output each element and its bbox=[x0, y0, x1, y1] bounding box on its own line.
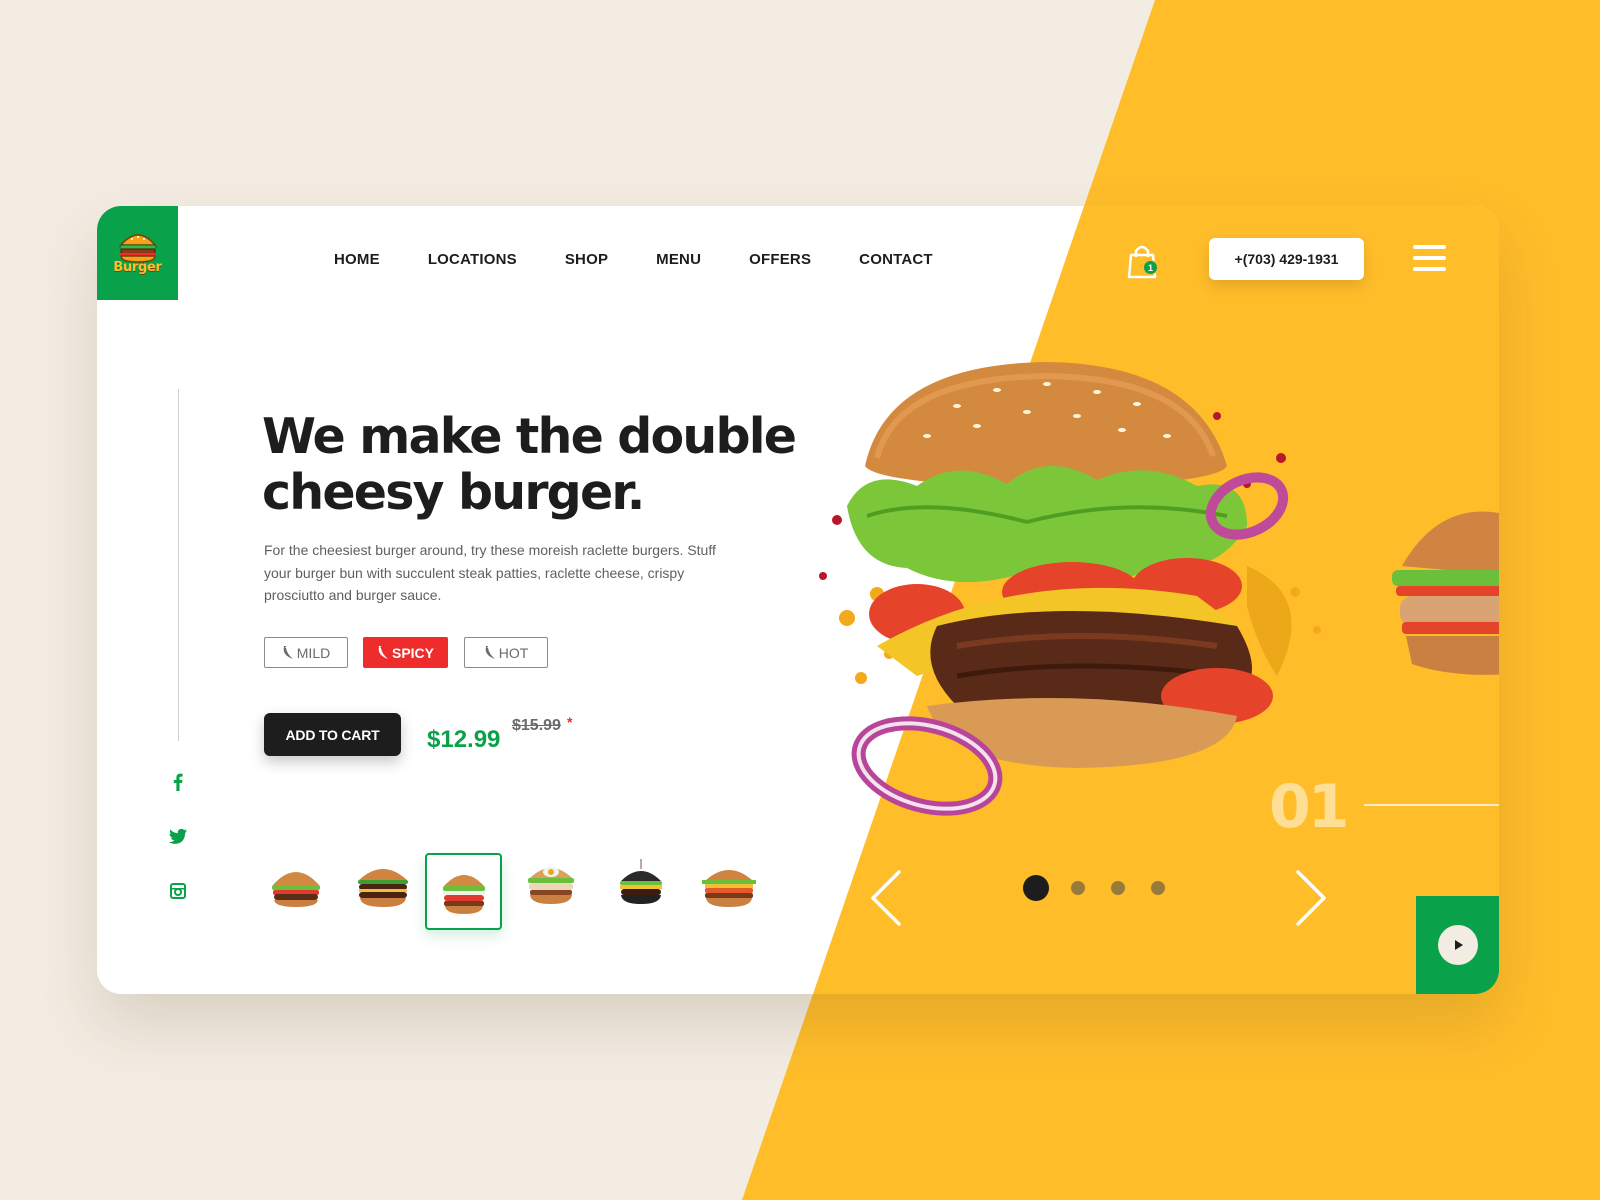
chili-icon bbox=[378, 645, 388, 659]
play-video-panel bbox=[1416, 896, 1499, 994]
burger-logo-icon bbox=[118, 234, 157, 263]
hero-burger-image bbox=[819, 362, 1321, 816]
chevron-right-icon[interactable] bbox=[1290, 868, 1330, 928]
thumbnail-burger-1[interactable] bbox=[260, 852, 332, 920]
slider-dot-3[interactable] bbox=[1111, 881, 1125, 895]
thumbnail-burger-4[interactable] bbox=[515, 852, 587, 920]
slider-dots bbox=[1023, 875, 1191, 901]
headline-line-1: We make the double bbox=[262, 408, 797, 465]
burger-thumb-image bbox=[528, 867, 574, 904]
slider-dot-4[interactable] bbox=[1151, 881, 1165, 895]
hero-headline: We make the double cheesy burger. bbox=[262, 409, 822, 521]
spice-option-hot[interactable]: HOT bbox=[464, 637, 548, 668]
slider-dot-1[interactable] bbox=[1023, 875, 1049, 901]
play-icon bbox=[1455, 940, 1463, 950]
headline-line-2: cheesy burger. bbox=[262, 464, 645, 521]
current-price: $12.99 bbox=[427, 726, 501, 753]
hamburger-menu-icon[interactable] bbox=[1413, 245, 1447, 273]
twitter-icon[interactable] bbox=[167, 825, 189, 847]
facebook-icon[interactable] bbox=[167, 771, 189, 793]
chevron-left-icon[interactable] bbox=[867, 868, 907, 928]
spice-option-spicy[interactable]: SPICY bbox=[363, 637, 448, 668]
nav-locations[interactable]: LOCATIONS bbox=[428, 251, 517, 268]
brand-logo[interactable]: Burger bbox=[97, 206, 178, 300]
slide-number-line bbox=[1364, 804, 1499, 806]
thumbnail-burger-5[interactable] bbox=[605, 852, 677, 920]
chili-icon bbox=[485, 645, 495, 659]
main-nav: HOME LOCATIONS SHOP MENU OFFERS CONTACT bbox=[334, 251, 981, 268]
play-button[interactable] bbox=[1438, 925, 1478, 965]
slide-number: 01 bbox=[1269, 772, 1349, 842]
nav-contact[interactable]: CONTACT bbox=[859, 251, 933, 268]
burger-thumb-image bbox=[442, 874, 485, 914]
old-price: $15.99 bbox=[512, 717, 561, 734]
nav-menu[interactable]: MENU bbox=[656, 251, 701, 268]
cart-count-badge: 1 bbox=[1143, 260, 1158, 275]
instagram-icon[interactable] bbox=[167, 880, 189, 902]
thumbnail-burger-3[interactable] bbox=[425, 853, 502, 930]
burger-thumb-image bbox=[272, 872, 320, 907]
nav-home[interactable]: HOME bbox=[334, 251, 380, 268]
next-burger-preview-image bbox=[1392, 511, 1499, 675]
spice-option-mild[interactable]: MILD bbox=[264, 637, 348, 668]
chili-icon bbox=[283, 645, 293, 659]
spice-label-mild: MILD bbox=[296, 644, 331, 661]
burger-thumb-image bbox=[702, 870, 756, 907]
phone-button[interactable]: +(703) 429-1931 bbox=[1209, 238, 1364, 280]
landing-card: Burger HOME LOCATIONS SHOP MENU OFFERS C… bbox=[97, 206, 1499, 994]
nav-shop[interactable]: SHOP bbox=[565, 251, 608, 268]
burger-thumb-image bbox=[620, 859, 662, 904]
price-asterisk: * bbox=[567, 714, 573, 730]
thumbnail-burger-6[interactable] bbox=[693, 852, 765, 920]
thumbnail-burger-2[interactable] bbox=[347, 852, 419, 920]
vertical-divider bbox=[178, 389, 179, 741]
burger-thumb-image bbox=[358, 869, 408, 907]
logo-text: Burger bbox=[113, 260, 162, 275]
slider-dot-2[interactable] bbox=[1071, 881, 1085, 895]
hero-description: For the cheesiest burger around, try the… bbox=[264, 542, 716, 603]
spice-label-hot: HOT bbox=[498, 644, 529, 661]
spice-label-spicy: SPICY bbox=[391, 644, 434, 661]
add-to-cart-button[interactable]: ADD TO CART bbox=[264, 713, 401, 756]
nav-offers[interactable]: OFFERS bbox=[749, 251, 811, 268]
